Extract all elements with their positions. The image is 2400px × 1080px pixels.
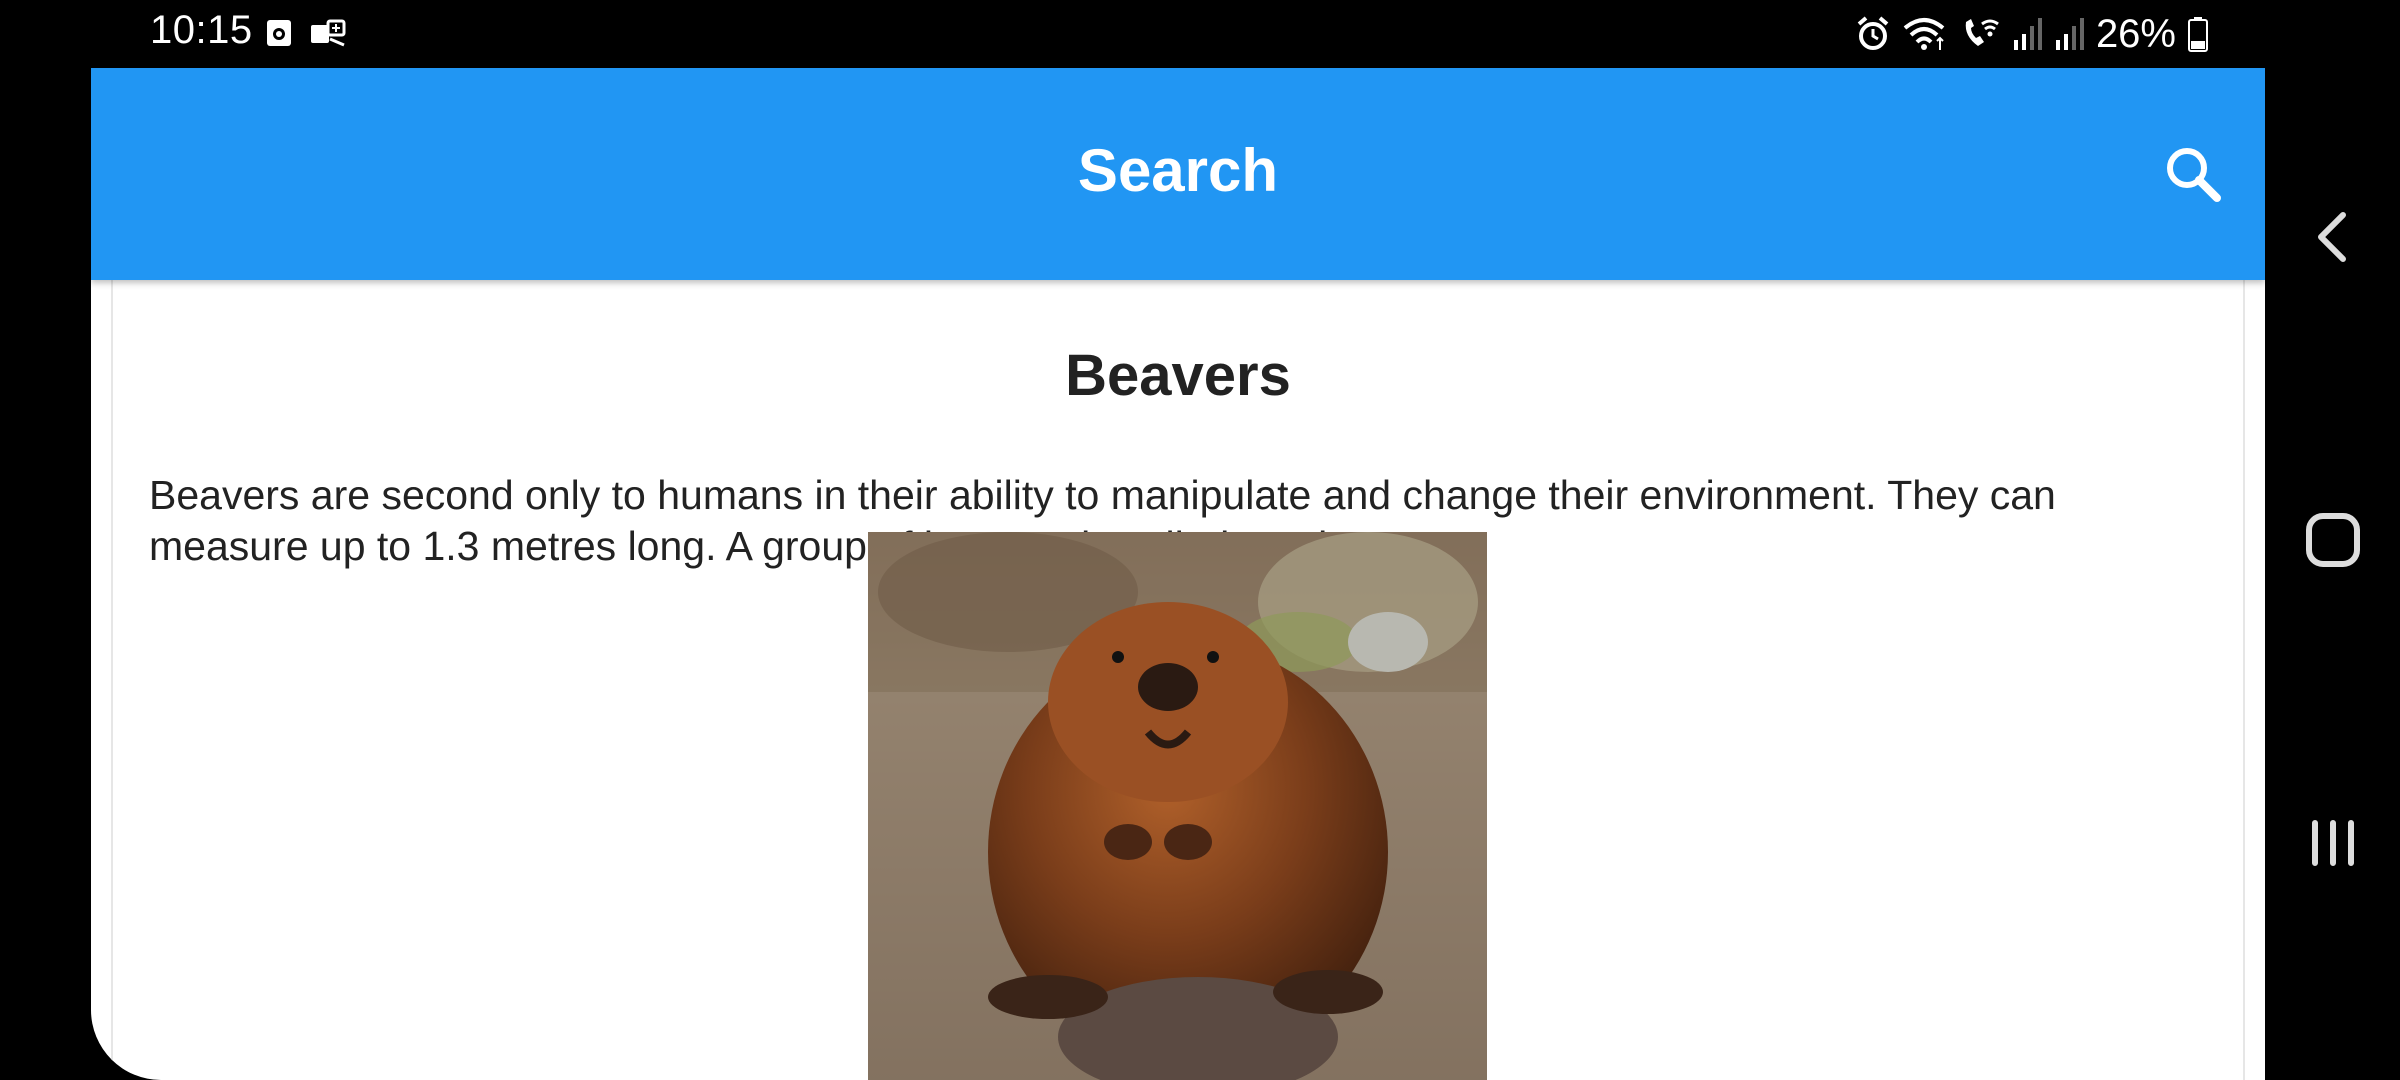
status-bar: 10:15 26%	[0, 0, 2265, 68]
content-area[interactable]: Beavers Beavers are second only to human…	[91, 280, 2265, 1080]
device-screen: 10:15 26% Search Beavers Beavers are sec…	[0, 0, 2400, 1080]
signal-icon	[2055, 18, 2084, 50]
video-call-icon	[311, 19, 346, 47]
search-icon[interactable]	[2157, 138, 2229, 210]
calendar-icon	[267, 20, 291, 46]
wifi-icon	[1903, 18, 1945, 50]
battery-percentage: 26%	[2095, 11, 2176, 56]
status-time: 10:15	[150, 8, 253, 52]
card-title: Beavers	[1065, 343, 1291, 408]
app-bar-title: Search	[1077, 137, 1279, 204]
alarm-icon	[1857, 16, 1889, 50]
recents-icon[interactable]	[2289, 799, 2377, 887]
app-bar: Search	[91, 68, 2265, 280]
wifi-calling-icon	[1965, 19, 1999, 46]
battery-icon	[2188, 17, 2208, 52]
navigation-bar	[2265, 0, 2400, 1080]
status-icons: 26%	[1856, 10, 2208, 58]
app-window: Search Beavers Beavers are second only t…	[91, 68, 2265, 1080]
beaver-photo	[868, 532, 1487, 1080]
home-icon[interactable]	[2289, 496, 2377, 584]
signal-icon	[2013, 18, 2042, 50]
back-icon[interactable]	[2289, 193, 2377, 281]
